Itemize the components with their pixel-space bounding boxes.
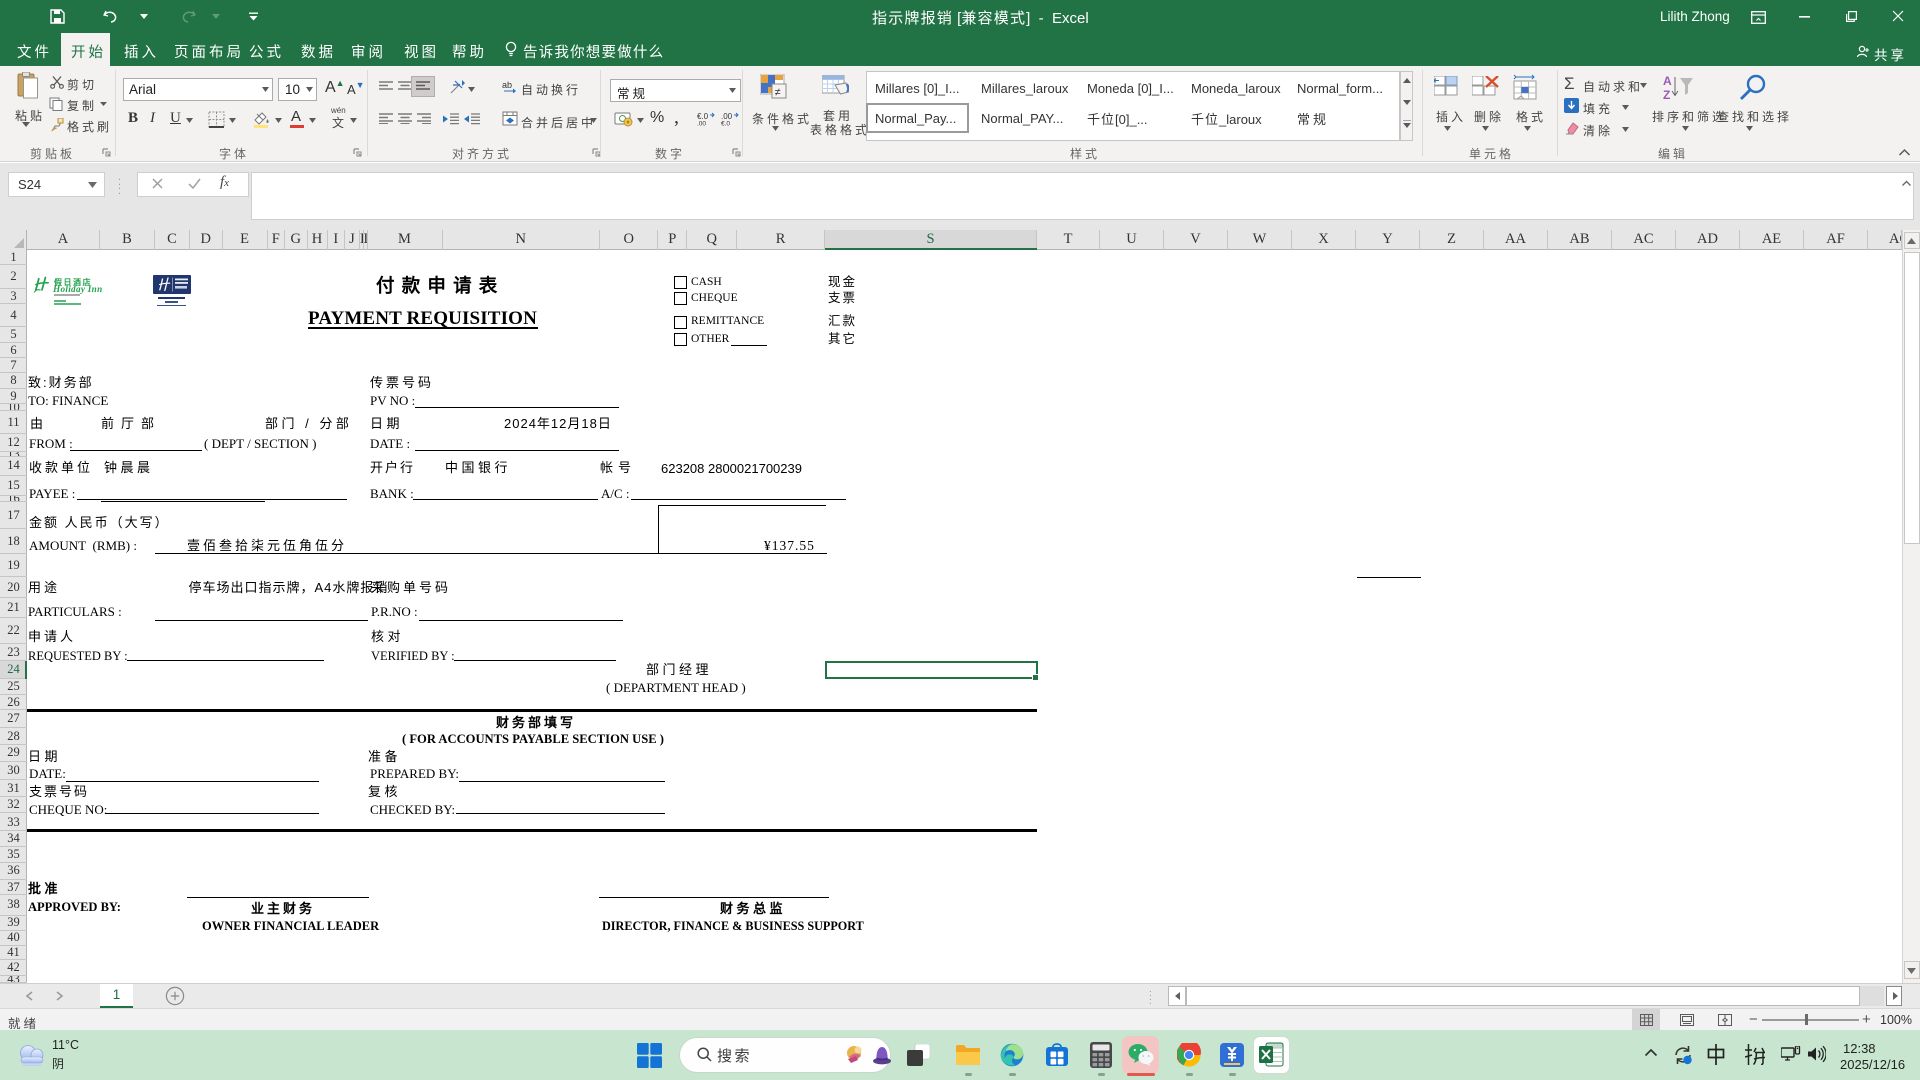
svg-text:≠: ≠ bbox=[775, 87, 781, 99]
svg-text:ab: ab bbox=[502, 80, 512, 90]
svg-text:A: A bbox=[1663, 74, 1672, 88]
svg-text:€.0: €.0 bbox=[721, 121, 730, 127]
svg-text:Z: Z bbox=[1663, 88, 1670, 101]
svg-text:.00: .00 bbox=[697, 121, 706, 127]
